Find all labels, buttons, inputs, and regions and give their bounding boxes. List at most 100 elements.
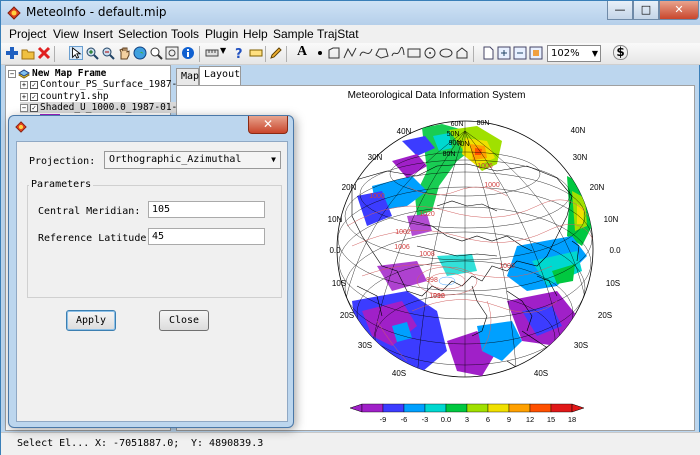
full-extent-icon[interactable] [165, 46, 179, 60]
pan-hand-icon[interactable] [117, 46, 131, 60]
page-fit-icon[interactable] [529, 46, 543, 60]
reference-latitude-input[interactable]: 45 [148, 228, 265, 245]
zoom-magnifier-icon[interactable] [149, 46, 163, 60]
projection-select[interactable]: Orthographic_Azimuthal ▼ [104, 151, 281, 169]
expand-icon[interactable]: + [20, 92, 28, 101]
layer-visible-checkbox[interactable]: ✓ [30, 92, 38, 101]
text-tool-icon[interactable]: A [297, 44, 311, 59]
color-bar-arrow-right [571, 403, 585, 413]
expand-icon[interactable]: + [20, 80, 28, 89]
lat-label: 20S [598, 311, 612, 320]
apply-button[interactable]: Apply [66, 310, 116, 331]
color-bar-swatch [382, 403, 405, 413]
remove-layer-icon[interactable] [37, 46, 51, 60]
menu-project[interactable]: Project [9, 27, 46, 41]
layer-node-selected[interactable]: − ✓ Shaded_U_1000.0_1987-01-01 [20, 102, 189, 113]
freehand-tool-icon[interactable] [391, 46, 405, 60]
dialog-close-button[interactable]: ✕ [248, 116, 288, 134]
menu-trajstat[interactable]: TrajStat [317, 27, 359, 41]
ellipse-tool-icon[interactable] [439, 46, 453, 60]
lat-label: 20N [590, 183, 605, 192]
color-bar-swatch [487, 403, 510, 413]
menu-selection[interactable]: Selection [118, 27, 167, 41]
color-bar-tick-label: -3 [422, 415, 429, 424]
add-layer-icon[interactable] [5, 46, 19, 60]
zoom-out-icon[interactable] [101, 46, 115, 60]
color-bar-swatch [361, 403, 384, 413]
page-zoom-in-icon[interactable] [497, 46, 511, 60]
menu-view[interactable]: View [53, 27, 79, 41]
label-icon[interactable] [249, 46, 263, 60]
dollar-icon[interactable]: $ [613, 45, 628, 60]
collapse-icon[interactable]: − [20, 103, 28, 112]
edit-pencil-icon[interactable] [269, 46, 283, 60]
map-frame-node[interactable]: − New Map Frame [8, 68, 106, 79]
zoom-in-icon[interactable] [85, 46, 99, 60]
color-bar-tick-label: 6 [486, 415, 490, 424]
menu-help[interactable]: Help [243, 27, 268, 41]
point-tool-icon[interactable] [313, 46, 327, 60]
contour-label: 1000 [499, 263, 515, 270]
contour-label: 1006 [477, 163, 493, 170]
select-pointer-icon[interactable] [69, 46, 83, 60]
color-bar-swatch [445, 403, 468, 413]
polyline-tool-icon[interactable] [343, 46, 357, 60]
toolbar-separator [199, 46, 200, 62]
circle-tool-icon[interactable] [423, 46, 437, 60]
open-folder-icon[interactable] [21, 46, 35, 60]
layer-visible-checkbox[interactable]: ✓ [30, 80, 38, 89]
toolbar-separator [265, 46, 266, 62]
box-tool-icon[interactable] [407, 46, 421, 60]
globe-icon[interactable] [133, 46, 147, 60]
lat-label: 0.0 [609, 246, 621, 255]
menu-tools[interactable]: Tools [171, 27, 199, 41]
help-icon[interactable]: ? [233, 46, 247, 60]
layer-node[interactable]: + ✓ Contour_PS_Surface_1987-01- [20, 79, 194, 90]
maximize-button[interactable]: □ [633, 1, 659, 20]
layer-node[interactable]: + ✓ country1.shp [20, 91, 109, 102]
color-bar-tick-label: 0.0 [441, 415, 451, 424]
lat-label: 40N [571, 126, 586, 135]
info-icon[interactable] [181, 46, 195, 60]
contour-label: 1006 [394, 244, 410, 251]
layer-visible-checkbox[interactable]: ✓ [30, 103, 38, 112]
lat-label: 40N [397, 127, 412, 136]
close-dialog-button[interactable]: Close [159, 310, 209, 331]
rectangle-tool-icon[interactable] [327, 46, 341, 60]
lat-label: 20N [342, 183, 357, 192]
zoom-level-value: 102% [551, 48, 580, 59]
tab-map[interactable]: Map [176, 68, 199, 85]
measure-icon[interactable] [205, 46, 219, 60]
lat-label: 10S [606, 279, 620, 288]
contour-label: 1002 [395, 229, 411, 236]
contour-label: 990 [433, 293, 445, 300]
menu-insert[interactable]: Insert [83, 27, 113, 41]
lat-label: 30S [574, 341, 588, 350]
close-button[interactable]: ✕ [659, 1, 699, 20]
dialog-body: Projection: Orthographic_Azimuthal ▼ Para… [16, 141, 288, 422]
toolbar-separator [286, 46, 287, 62]
collapse-icon[interactable]: − [8, 69, 16, 78]
polygon-tool-icon[interactable] [375, 46, 389, 60]
menu-plugin[interactable]: Plugin [205, 27, 238, 41]
house-tool-icon[interactable] [455, 46, 469, 60]
color-bar-swatch [508, 403, 531, 413]
status-x-coordinate: X: -7051887.0; [95, 438, 180, 449]
minimize-button[interactable]: — [607, 1, 633, 20]
zoom-level-select[interactable]: 102% ▼ [547, 45, 601, 62]
toolbar-separator [54, 46, 55, 62]
status-tool: Select El... [17, 438, 90, 449]
tab-layout[interactable]: Layout [199, 66, 241, 86]
page-icon[interactable] [481, 46, 495, 60]
color-bar-tick-label: -6 [401, 415, 408, 424]
lat-label: 30N [573, 153, 588, 162]
page-zoom-out-icon[interactable] [513, 46, 527, 60]
central-meridian-input[interactable]: 105 [148, 201, 265, 218]
status-bar: Select El... X: -7051887.0; Y: 4890839.3 [1, 432, 700, 455]
app-icon [7, 6, 21, 20]
dropdown-arrow-icon[interactable]: ▼ [220, 46, 234, 60]
menu-sample[interactable]: Sample [273, 27, 314, 41]
projection-label: Projection: [29, 156, 96, 167]
projection-value: Orthographic_Azimuthal [109, 154, 242, 165]
curve-tool-icon[interactable] [359, 46, 373, 60]
